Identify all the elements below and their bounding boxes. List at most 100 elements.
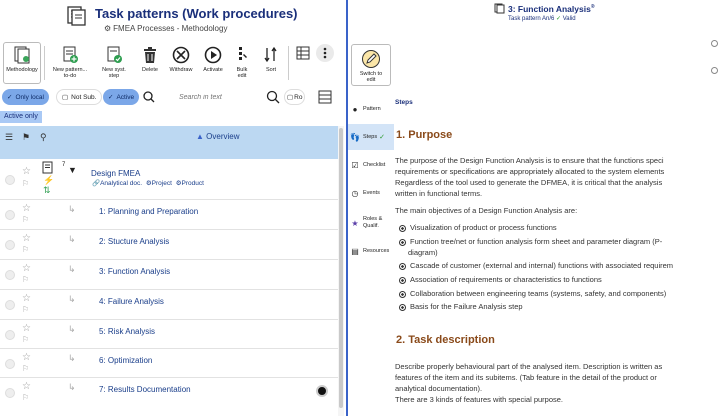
sort-icon <box>261 45 281 65</box>
flag-icon[interactable]: ⚐ <box>22 275 29 284</box>
pane-header: Task patterns (Work procedures) ⚙ FMEA Pr… <box>0 0 344 40</box>
tab-checklist[interactable]: ☑ Checklist <box>348 152 394 178</box>
not-sub-filter[interactable]: ▢ Not Sub. <box>56 89 103 105</box>
new-syst-label-2: step <box>108 73 120 79</box>
flag-icon[interactable]: ⚐ <box>22 215 29 224</box>
tab-label-line2: Qualif. <box>363 223 379 229</box>
text-search-icon[interactable] <box>266 90 280 104</box>
paragraph-line: Describe properly behavioural part of th… <box>395 362 663 371</box>
table-row[interactable]: ☆ ⚐ ↳ 6: Optimization <box>0 349 344 378</box>
detail-pane: 3: Function Analysis® Task pattern An/6 … <box>348 0 718 416</box>
table-row[interactable]: ☆ ⚐ ⚡ ⇅ 7 ▼ Design FMEA 🔗Analytical doc.… <box>0 159 344 200</box>
status-text: Valid <box>562 16 576 22</box>
tab-resources[interactable]: ▤ Resources <box>348 238 394 264</box>
clock-icon: ◷ <box>351 188 359 198</box>
overview-column-header[interactable]: ▲ Overview <box>196 132 239 141</box>
table-row[interactable]: ☆ ⚐ ↳ 2: Stucture Analysis <box>0 230 344 260</box>
delete-button[interactable]: Delete <box>136 42 164 84</box>
row-radio[interactable] <box>5 330 15 340</box>
expand-caret-icon[interactable]: ▼ <box>68 165 77 175</box>
status-dot <box>316 385 328 397</box>
activate-icon <box>203 45 223 65</box>
pin-icon[interactable]: ⚲ <box>40 132 47 143</box>
only-local-filter[interactable]: ✓ Only local <box>2 89 49 105</box>
flag-icon[interactable]: ⚐ <box>22 335 29 344</box>
row-radio[interactable] <box>5 175 15 185</box>
row-radio[interactable] <box>5 210 15 220</box>
star-icon[interactable]: ☆ <box>22 204 31 214</box>
child-count: 7 <box>62 162 66 168</box>
more-menu-button[interactable] <box>316 44 334 62</box>
star-icon[interactable]: ☆ <box>22 234 31 244</box>
star-icon[interactable]: ☆ <box>22 264 31 274</box>
tab-events[interactable]: ◷ Events <box>348 180 394 206</box>
row-label: 7: Results Documentation <box>99 385 191 394</box>
tab-label: Roles & Qualif. <box>363 216 382 230</box>
row-radio[interactable] <box>5 359 15 369</box>
row-radio[interactable] <box>5 270 15 280</box>
new-syst-step-button[interactable]: New syst. step <box>94 42 134 84</box>
filter-bar: ✓Only local ▢Not Sub. ✓Active ▢Ro <box>0 86 344 108</box>
switch-to-edit-button[interactable]: Switch to edit <box>351 44 391 86</box>
flag-icon[interactable]: ⚐ <box>22 245 29 254</box>
tag-product: Product <box>181 180 204 187</box>
checkbox-icon: ▢ <box>287 94 294 101</box>
row-radio[interactable] <box>5 240 15 250</box>
star-icon[interactable]: ☆ <box>22 353 31 363</box>
steps-content: Steps 1. Purpose The purpose of the Desi… <box>395 96 718 416</box>
scrollbar-thumb[interactable] <box>339 128 343 408</box>
table-row[interactable]: ☆ ⚐ ↳ 3: Function Analysis <box>0 260 344 290</box>
page-subtitle: ⚙ FMEA Processes - Methodology <box>104 24 227 33</box>
active-filter[interactable]: ✓ Active <box>103 89 140 105</box>
search-input[interactable] <box>179 93 279 101</box>
star-icon[interactable]: ☆ <box>22 324 31 334</box>
switch-label-2: edit <box>366 77 376 83</box>
methodology-button[interactable]: Methodology <box>3 42 41 84</box>
paragraph-line: analytical documentation). <box>395 384 483 393</box>
activate-button[interactable]: Activate <box>198 42 228 84</box>
star-icon[interactable]: ☆ <box>22 382 31 392</box>
paragraph-line: written in functional terms. <box>395 189 483 198</box>
star-icon[interactable]: ☆ <box>22 294 31 304</box>
star-icon[interactable]: ☆ <box>22 167 31 177</box>
resources-icon: ▤ <box>351 246 359 256</box>
row-radio[interactable] <box>5 300 15 310</box>
task-patterns-pane: Task patterns (Work procedures) ⚙ FMEA Pr… <box>0 0 344 416</box>
paragraph-line: There are 3 kinds of features with speci… <box>395 395 564 404</box>
sort-button[interactable]: Sort <box>258 42 284 84</box>
withdraw-button[interactable]: Withdraw <box>166 42 196 84</box>
circle-icon[interactable] <box>711 67 718 74</box>
methodology-label: Methodology <box>6 67 38 73</box>
checkmark-icon: ✓ <box>108 94 114 101</box>
flag-icon[interactable]: ⚐ <box>22 364 29 373</box>
new-pattern-button[interactable]: New pattern... to-do <box>48 42 92 84</box>
checkbox-icon: ▢ <box>62 94 69 101</box>
search-icon <box>143 91 155 103</box>
row-radio[interactable] <box>5 388 15 398</box>
tab-pattern[interactable]: ● Pattern <box>348 96 394 122</box>
circle-icon[interactable] <box>711 40 718 47</box>
tab-steps[interactable]: 👣 Steps ✓ <box>348 124 394 150</box>
paragraph-line: The purpose of the Design Function Analy… <box>395 156 664 165</box>
child-arrow-icon: ↳ <box>68 234 76 244</box>
list-sort-icon[interactable]: ☰ <box>5 132 13 143</box>
flag-icon[interactable]: ⚐ <box>22 393 29 402</box>
table-row[interactable]: ☆ ⚐ ↳ 7: Results Documentation <box>0 378 344 408</box>
table-row[interactable]: ☆ ⚐ ↳ 5: Risk Analysis <box>0 320 344 349</box>
tab-roles[interactable]: ★ Roles & Qualif. <box>348 208 394 238</box>
flag-icon[interactable]: ⚐ <box>22 305 29 314</box>
bullet-item: Collaboration between engineering teams … <box>399 289 666 299</box>
ro-filter[interactable]: ▢ Ro <box>284 89 306 105</box>
flag-icon[interactable]: ⚐ <box>22 179 29 188</box>
table-row[interactable]: ☆ ⚐ ↳ 1: Planning and Preparation <box>0 200 344 230</box>
check-icon: ✓ <box>379 134 385 141</box>
grid-settings-icon[interactable] <box>318 90 332 104</box>
row-label: 1: Planning and Preparation <box>99 207 199 216</box>
bullet-item: Function tree/net or function analysis f… <box>399 237 662 247</box>
bulk-edit-button[interactable]: Bulk edit <box>230 42 254 84</box>
columns-icon[interactable] <box>296 46 310 60</box>
grid-scrollbar[interactable] <box>338 126 344 416</box>
table-row[interactable]: ☆ ⚐ ↳ 4: Failure Analysis <box>0 290 344 320</box>
toolbar-divider <box>44 46 45 80</box>
flag-icon[interactable]: ⚑ <box>22 132 30 143</box>
